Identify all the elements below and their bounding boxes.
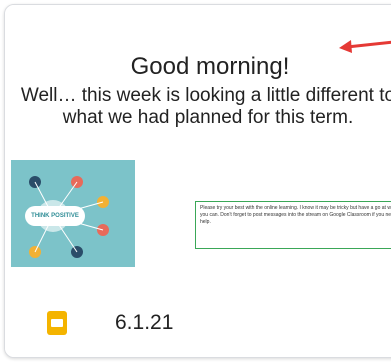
assignment-card[interactable]: Good morning! Well… this week is looking…	[4, 4, 391, 358]
card-date: 6.1.21	[115, 311, 174, 334]
card-footer[interactable]: 6.1.21	[5, 267, 391, 357]
slide-thumbnail[interactable]: Good morning! Well… this week is looking…	[5, 5, 391, 272]
slide-body-text: Well… this week is looking a little diff…	[20, 85, 391, 128]
slide-title: Good morning!	[130, 53, 290, 80]
think-positive-image: THINK POSITIVE	[11, 160, 135, 272]
slide-note-box: Please try your best with the online lea…	[195, 201, 391, 249]
red-arrow-icon	[339, 40, 391, 53]
poster-label: THINK POSITIVE	[25, 206, 85, 226]
google-slides-icon	[47, 311, 67, 335]
